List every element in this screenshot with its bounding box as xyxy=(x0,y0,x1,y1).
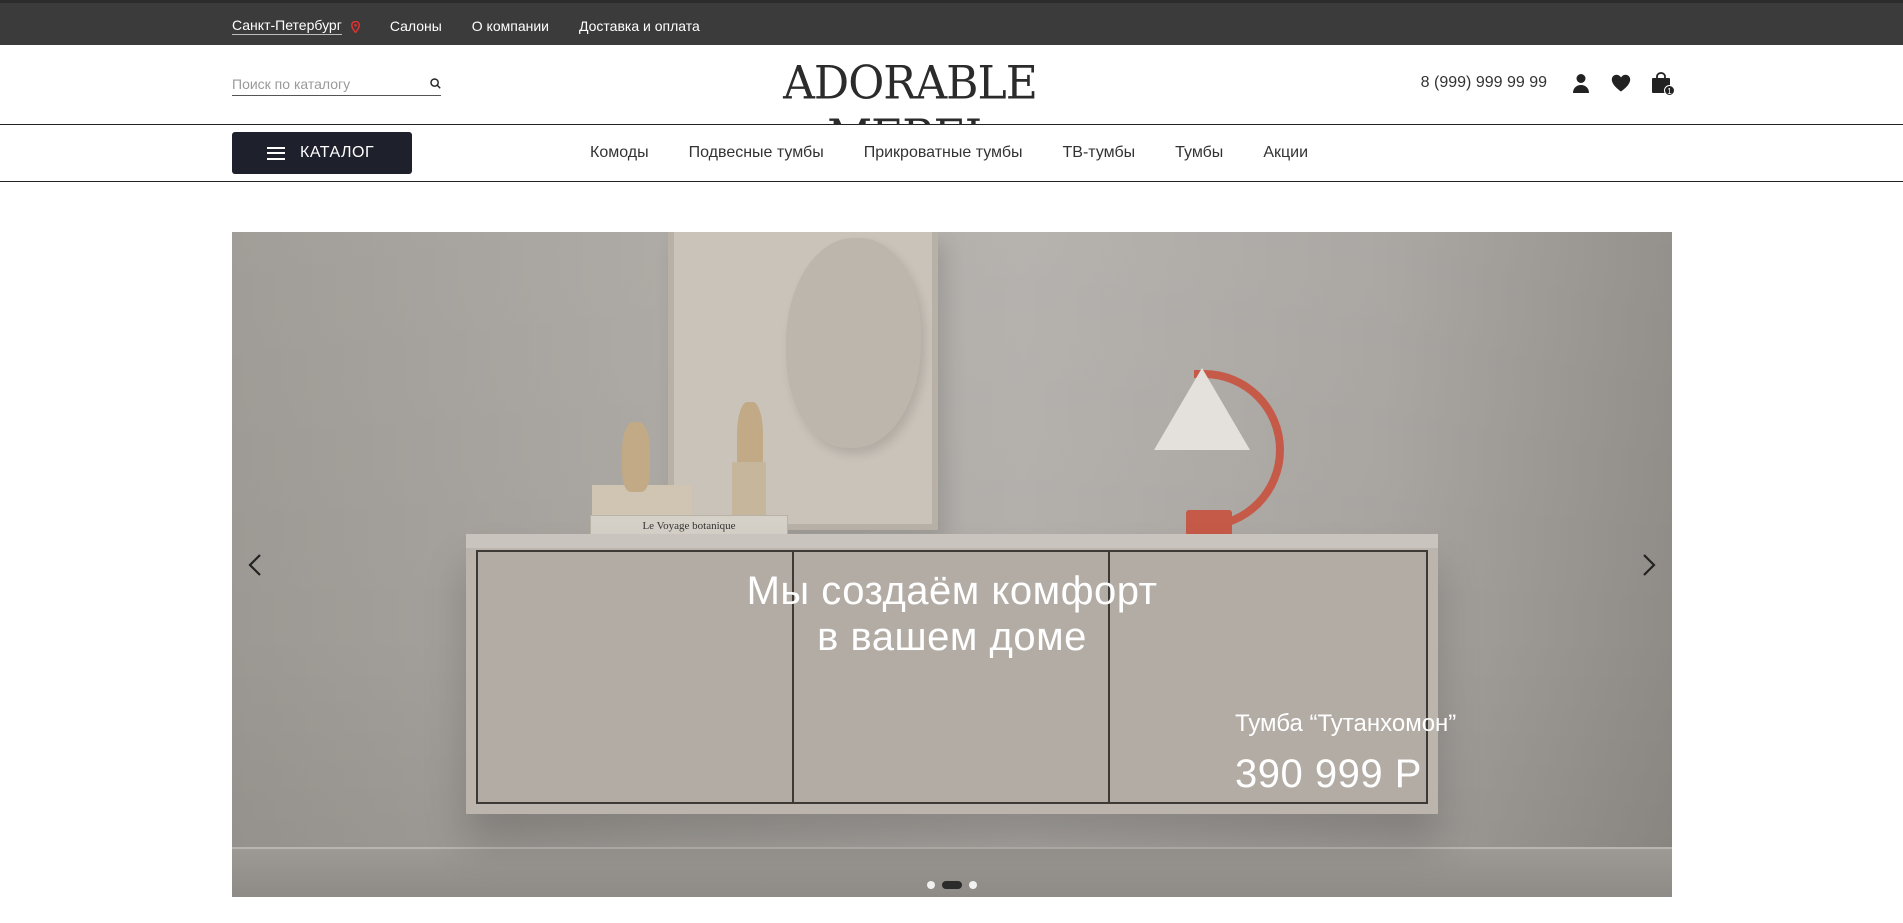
wall-art-image xyxy=(668,232,938,530)
location-pin-icon xyxy=(350,20,360,34)
nav-link-cabinets[interactable]: Тумбы xyxy=(1175,144,1223,162)
catalog-label: КАТАЛОГ xyxy=(300,144,375,161)
site-header: ADORABLE MEBEL 8 (999) 999 99 99 1 xyxy=(0,45,1903,164)
main-nav: КАТАЛОГ Комоды Подвесные тумбы Прикроват… xyxy=(0,125,1903,182)
hero-floor xyxy=(232,847,1672,897)
lamp-shade-image xyxy=(1154,368,1250,450)
top-link-delivery[interactable]: Доставка и оплата xyxy=(579,18,700,34)
nav-link-bedside-tables[interactable]: Прикроватные тумбы xyxy=(864,144,1023,162)
search-icon[interactable] xyxy=(430,78,441,89)
category-links: Комоды Подвесные тумбы Прикроватные тумб… xyxy=(590,125,1308,181)
slider-next-button[interactable] xyxy=(1634,550,1664,580)
slider-dot-active[interactable] xyxy=(942,881,962,889)
hero-heading-line1: Мы создаём комфорт xyxy=(746,569,1158,613)
slider-dot[interactable] xyxy=(927,881,935,889)
menu-icon xyxy=(267,146,285,160)
statue-image xyxy=(622,422,650,492)
nav-link-dressers[interactable]: Комоды xyxy=(590,144,649,162)
search-box xyxy=(232,72,441,96)
city-label: Санкт-Петербург xyxy=(232,16,342,35)
top-link-about[interactable]: О компании xyxy=(472,18,549,34)
nav-link-tv-stands[interactable]: ТВ-тумбы xyxy=(1063,144,1136,162)
top-bar: Санкт-Петербург Салоны О компании Достав… xyxy=(0,0,1903,45)
lamp-base-image xyxy=(1186,510,1232,536)
slider-prev-button[interactable] xyxy=(240,550,270,580)
chevron-left-icon xyxy=(248,553,262,577)
product-price: 390 999 Р xyxy=(1235,752,1422,796)
top-link-salons[interactable]: Салоны xyxy=(390,18,442,34)
hero-heading: Мы создаём комфорт в вашем доме xyxy=(232,568,1672,660)
user-icon[interactable] xyxy=(1569,71,1593,95)
cart-icon[interactable]: 1 xyxy=(1649,71,1675,96)
cart-count-badge: 1 xyxy=(1664,85,1675,96)
slider-dot[interactable] xyxy=(969,881,977,889)
header-actions: 8 (999) 999 99 99 1 xyxy=(1421,71,1675,96)
search-input[interactable] xyxy=(232,75,412,92)
nav-link-sales[interactable]: Акции xyxy=(1263,144,1308,162)
nav-link-hanging-cabinets[interactable]: Подвесные тумбы xyxy=(689,144,824,162)
heart-icon[interactable] xyxy=(1609,71,1633,95)
hero-heading-line2: в вашем доме xyxy=(817,615,1087,659)
hero-slider: Le Voyage botanique Мы создаём комфорт в… xyxy=(232,232,1672,897)
catalog-button[interactable]: КАТАЛОГ xyxy=(232,132,412,174)
chevron-right-icon xyxy=(1642,553,1656,577)
phone-number[interactable]: 8 (999) 999 99 99 xyxy=(1421,74,1547,92)
top-bar-links: Санкт-Петербург Салоны О компании Достав… xyxy=(232,3,700,48)
product-name[interactable]: Тумба “Тутанхомон” xyxy=(1235,710,1456,738)
city-selector[interactable]: Санкт-Петербург xyxy=(232,17,360,35)
statue-pedestal-image xyxy=(732,462,766,518)
slider-pagination xyxy=(232,881,1672,889)
